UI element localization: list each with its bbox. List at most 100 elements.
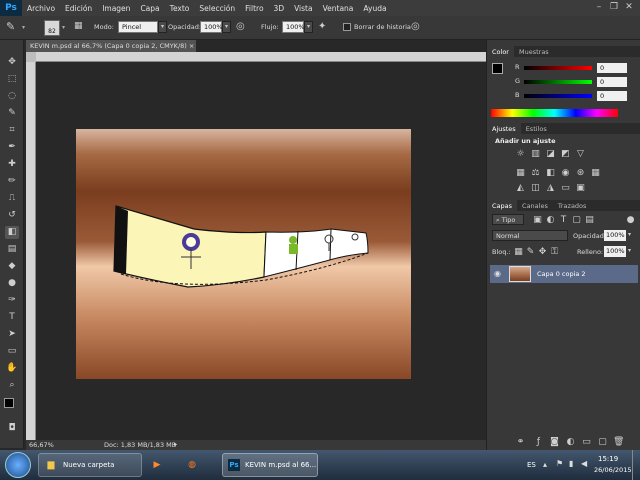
close-icon[interactable]: ✕ — [622, 2, 636, 13]
threshold-icon[interactable]: ◮ — [545, 183, 556, 193]
document-close-icon[interactable]: × — [189, 42, 194, 50]
menu-seleccion[interactable]: Selección — [194, 4, 240, 13]
channel-g-slider[interactable] — [524, 80, 592, 84]
tab-color[interactable]: Color — [487, 46, 514, 57]
clock-date[interactable]: 26/06/2015 — [594, 466, 631, 474]
zoom-level[interactable]: 66,67% — [29, 441, 54, 449]
filter-shape-icon[interactable]: ▢ — [571, 215, 582, 225]
brush-tool-icon[interactable]: ✏ — [5, 175, 19, 188]
menu-3d[interactable]: 3D — [269, 4, 290, 13]
tab-capas[interactable]: Capas — [487, 200, 518, 211]
menu-ventana[interactable]: Ventana — [318, 4, 359, 13]
lock-image-icon[interactable]: ✎ — [525, 247, 536, 257]
color-balance-icon[interactable]: ⚖ — [530, 168, 541, 178]
menu-archivo[interactable]: Archivo — [22, 4, 60, 13]
marquee-icon[interactable]: ⬚ — [5, 73, 19, 86]
invert-adjust-icon[interactable]: ◭ — [515, 183, 526, 193]
new-layer-icon[interactable]: ▢ — [597, 437, 608, 447]
taskbar-media[interactable]: ▶ — [143, 453, 171, 477]
color-lookup-icon[interactable]: ▦ — [590, 168, 601, 178]
channel-g-value[interactable]: 0 — [597, 77, 627, 87]
opacidad-dropdown[interactable]: ▾ — [222, 21, 231, 33]
quick-mask-icon[interactable]: ◘ — [5, 422, 19, 435]
filter-adjust-icon[interactable]: ◐ — [545, 215, 556, 225]
lock-all-icon[interactable]: ⚿ — [549, 247, 560, 257]
filter-type-icon[interactable]: T — [558, 215, 569, 225]
flujo-input[interactable]: 100% — [282, 21, 305, 33]
levels-adjust-icon[interactable]: ▥ — [530, 149, 541, 159]
posterize-icon[interactable]: ◫ — [530, 183, 541, 193]
brush-panel-icon[interactable]: ▦ — [74, 21, 83, 31]
layer-opacity-dropdown[interactable]: ▾ — [628, 231, 631, 238]
eraser-icon[interactable]: ◧ — [5, 226, 19, 239]
bw-adjust-icon[interactable]: ◧ — [545, 168, 556, 178]
channel-b-slider[interactable] — [524, 94, 592, 98]
color-fg-swatch[interactable] — [492, 63, 503, 74]
menu-capa[interactable]: Capa — [135, 4, 164, 13]
minimize-icon[interactable]: – — [592, 2, 606, 13]
new-group-icon[interactable]: ▭ — [581, 437, 592, 447]
type-icon[interactable]: T — [5, 311, 19, 324]
layer-opacity-input[interactable]: 100% — [604, 230, 626, 241]
document-tab[interactable]: KEVIN m.psd al 66,7% (Capa 0 copia 2, CM… — [26, 40, 196, 52]
selective-color-icon[interactable]: ▣ — [575, 183, 586, 193]
lasso-icon[interactable]: ◌ — [5, 90, 19, 103]
link-layers-icon[interactable]: ⚭ — [515, 437, 526, 447]
network-icon[interactable]: ▮ — [569, 459, 573, 468]
tab-estilos[interactable]: Estilos — [521, 123, 552, 134]
layer-name[interactable]: Capa 0 copia 2 — [537, 270, 586, 278]
brush-size-dropdown[interactable]: ▾ — [62, 24, 65, 31]
clock-time[interactable]: 15:19 — [598, 455, 618, 463]
add-mask-icon[interactable]: ◙ — [549, 437, 560, 447]
move-icon[interactable]: ✥ — [5, 56, 19, 69]
modo-dropdown[interactable]: ▾ — [158, 21, 167, 33]
healing-icon[interactable]: ✚ — [5, 158, 19, 171]
lock-position-icon[interactable]: ✥ — [537, 247, 548, 257]
crop-icon[interactable]: ⌗ — [5, 124, 19, 137]
tool-preset-dropdown[interactable]: ▾ — [22, 24, 25, 31]
restore-icon[interactable]: ❐ — [607, 2, 621, 13]
dodge-icon[interactable]: ● — [5, 277, 19, 290]
language-indicator[interactable]: ES — [527, 461, 536, 469]
tab-trazados[interactable]: Trazados — [553, 200, 592, 211]
borrar-checkbox[interactable] — [343, 23, 351, 31]
status-menu-icon[interactable]: ▸ — [174, 440, 177, 448]
gradient-map-icon[interactable]: ▭ — [560, 183, 571, 193]
start-icon[interactable] — [5, 452, 31, 478]
new-adjustment-icon[interactable]: ◐ — [565, 437, 576, 447]
curves-adjust-icon[interactable]: ◪ — [545, 149, 556, 159]
tab-ajustes[interactable]: Ajustes — [487, 123, 521, 134]
photo-filter-icon[interactable]: ◉ — [560, 168, 571, 178]
exposure-adjust-icon[interactable]: ◩ — [560, 149, 571, 159]
opacidad-input[interactable]: 100% — [200, 21, 223, 33]
channel-r-slider[interactable] — [524, 66, 592, 70]
tray-arrow-icon[interactable]: ▴ — [543, 460, 547, 469]
filter-toggle-icon[interactable]: ● — [625, 215, 636, 225]
blur-icon[interactable]: ◆ — [5, 260, 19, 273]
eyedropper-icon[interactable]: ✒ — [5, 141, 19, 154]
channel-r-value[interactable]: 0 — [597, 63, 627, 73]
hand-icon[interactable]: ✋ — [5, 362, 19, 375]
tab-canales[interactable]: Canales — [517, 200, 553, 211]
airbrush-icon[interactable]: ✦ — [318, 21, 326, 32]
quick-select-icon[interactable]: ✎ — [5, 107, 19, 120]
layer-row[interactable]: ◉ Capa 0 copia 2 — [490, 265, 638, 283]
channel-mixer-icon[interactable]: ⊛ — [575, 168, 586, 178]
hue-adjust-icon[interactable]: ▦ — [515, 168, 526, 178]
brush-icon[interactable]: ✎ — [6, 20, 15, 33]
ruler-corner[interactable] — [26, 52, 36, 62]
brightness-adjust-icon[interactable]: ☼ — [515, 149, 526, 159]
document-canvas[interactable] — [76, 129, 411, 379]
gradient-icon[interactable]: ▤ — [5, 243, 19, 256]
shape-icon[interactable]: ▭ — [5, 345, 19, 358]
brush-size-preview[interactable]: 82 — [44, 20, 60, 36]
blend-mode-select[interactable]: Normal — [492, 230, 568, 241]
pressure-size-icon[interactable]: ◎ — [411, 21, 420, 32]
history-brush-icon[interactable]: ↺ — [5, 209, 19, 222]
fx-icon[interactable]: ƒ — [533, 437, 544, 447]
modo-select[interactable]: Pincel — [118, 21, 158, 33]
show-desktop-button[interactable] — [632, 450, 640, 480]
tray-flag-icon[interactable]: ⚑ — [556, 459, 563, 468]
layer-filter-select[interactable]: ⌕ Tipo — [492, 214, 524, 225]
channel-b-value[interactable]: 0 — [597, 91, 627, 101]
